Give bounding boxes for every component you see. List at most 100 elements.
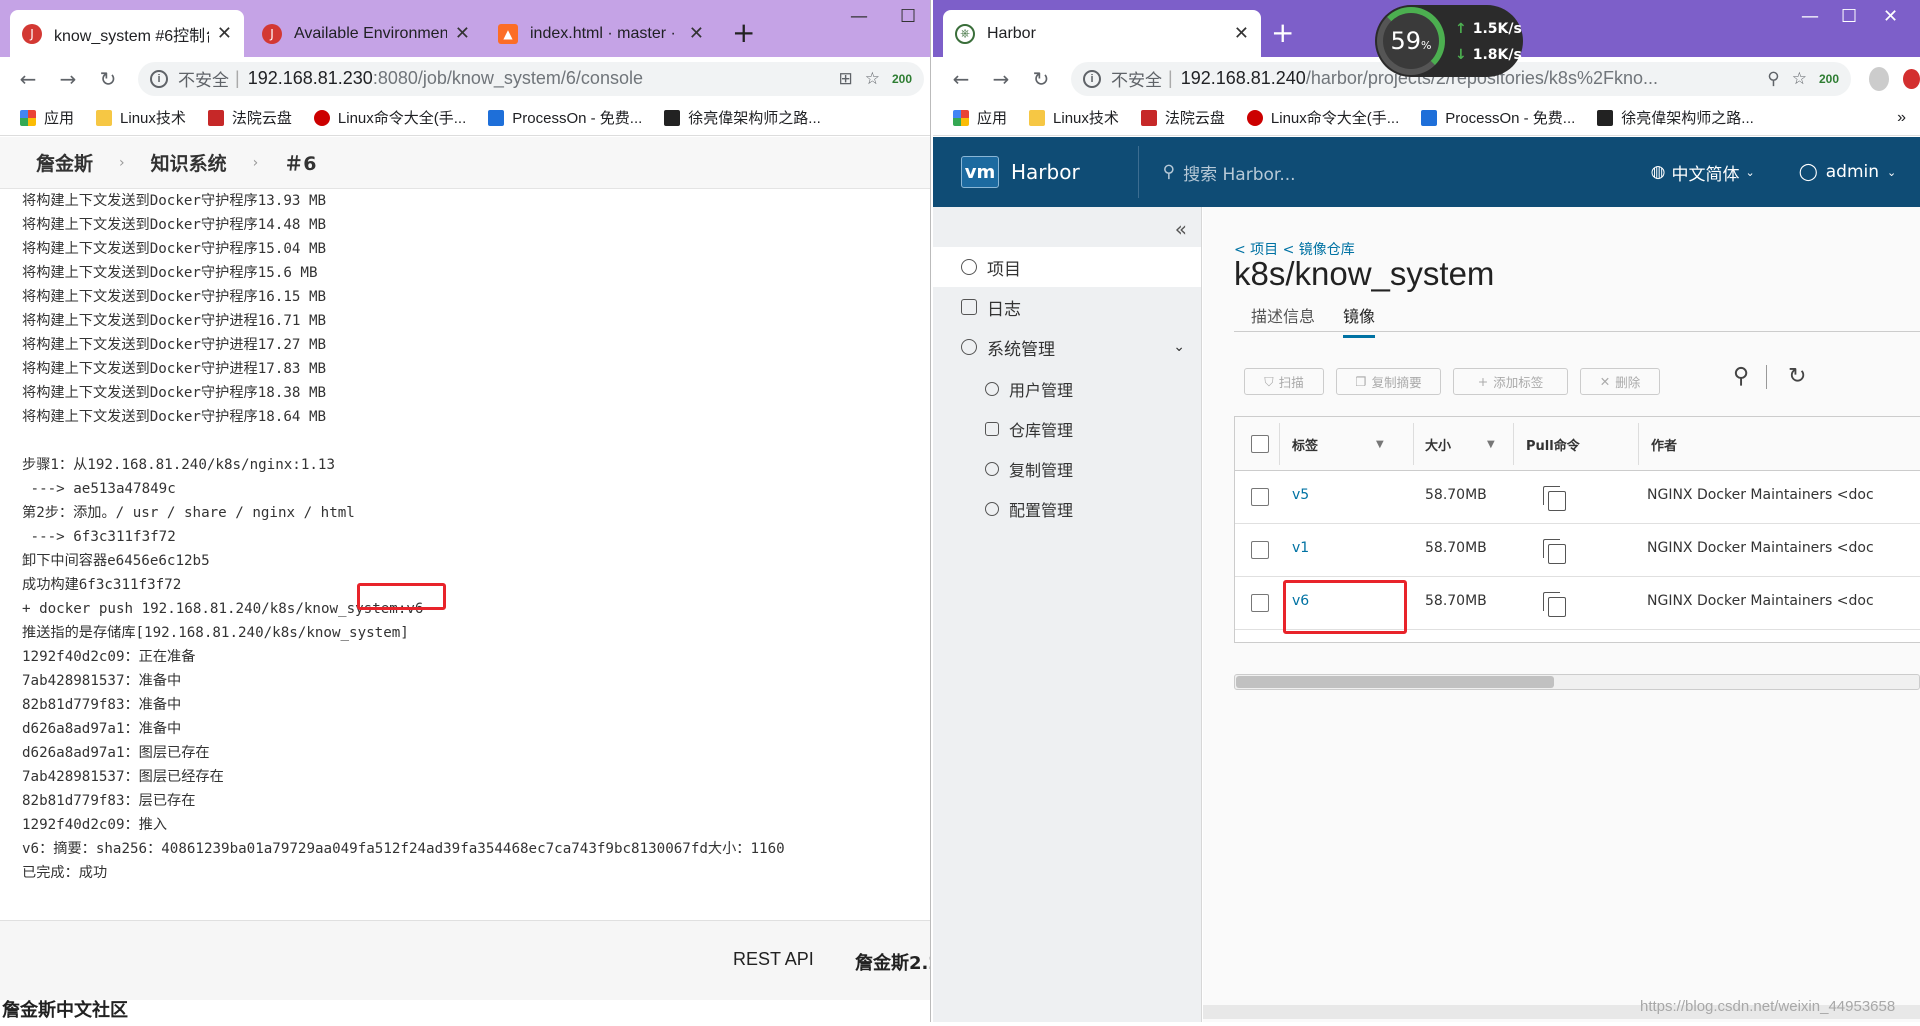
new-tab-icon[interactable]: +	[1271, 16, 1294, 49]
datagrid-scrollbar[interactable]	[1234, 674, 1920, 690]
copy-digest-button[interactable]: ❐ 复制摘要	[1336, 368, 1441, 395]
table-row[interactable]: v1 58.70MB NGINX Docker Maintainers <doc	[1235, 524, 1920, 577]
more-bookmarks-icon[interactable]: »	[1897, 109, 1906, 127]
chevron-right-icon[interactable]: ›	[253, 155, 259, 171]
new-tab-icon[interactable]: +	[732, 16, 755, 49]
sidebar-item-admin[interactable]: 系统管理 ⌄	[933, 327, 1201, 367]
maximize-icon[interactable]: ☐	[1841, 6, 1857, 27]
close-icon: ✕	[1599, 374, 1611, 389]
row-checkbox[interactable]	[1251, 594, 1269, 612]
bookmark-xuliangwei[interactable]: 徐亮偉架构师之路...	[664, 107, 821, 128]
status-badge[interactable]: 200	[1819, 72, 1839, 86]
sidebar-item-logs[interactable]: 日志	[933, 287, 1201, 327]
refresh-icon[interactable]: ↻	[1788, 364, 1806, 389]
omnibox-icons: ⚲ ☆ 200	[1767, 69, 1839, 89]
bookmark-linux-tech[interactable]: Linux技术	[1029, 107, 1119, 128]
back-icon[interactable]: ←	[8, 67, 48, 91]
scan-button[interactable]: ⛉ 扫描	[1244, 368, 1324, 395]
minimize-icon[interactable]: —	[850, 6, 868, 27]
jenkins-community-link[interactable]: 詹金斯中文社区	[2, 996, 128, 1022]
jenkins-version-link[interactable]: 詹金斯2.2	[855, 949, 930, 975]
cloud-disk-icon	[207, 109, 224, 126]
row-checkbox[interactable]	[1251, 488, 1269, 506]
bookmark-linux-tech[interactable]: Linux技术	[96, 107, 186, 128]
filter-icon[interactable]: ▼	[1376, 439, 1384, 450]
forward-icon[interactable]: →	[48, 67, 88, 91]
bookmark-star-icon[interactable]: ☆	[865, 69, 880, 89]
tab-images[interactable]: 镜像	[1343, 303, 1376, 338]
tab-available-environment[interactable]: J Available Environment ✕	[250, 10, 482, 57]
bookmark-linux-commands[interactable]: Linux命令大全(手...	[1246, 107, 1400, 128]
vmware-logo-icon[interactable]: vm	[961, 156, 999, 188]
add-label-button[interactable]: + 添加标签	[1453, 368, 1568, 395]
breadcrumb-jenkins[interactable]: 詹金斯	[36, 149, 93, 176]
url-separator: |	[1168, 68, 1173, 88]
network-speed-widget: 59% ↑ 1.5K/s ↓ 1.8K/s	[1375, 5, 1523, 77]
tab-gitlab-index[interactable]: ▲ index.html · master · n ✕	[486, 10, 716, 57]
collapse-sidebar-icon[interactable]: «	[1175, 217, 1187, 241]
column-header-tag[interactable]: 标签 ▼	[1292, 417, 1392, 471]
tab-jenkins-console[interactable]: J know_system #6控制台 ✕	[10, 10, 244, 57]
table-row[interactable]: v5 58.70MB NGINX Docker Maintainers <doc	[1235, 471, 1920, 524]
bookmark-apps[interactable]: 应用	[953, 107, 1007, 128]
close-tab-icon[interactable]: ✕	[217, 23, 232, 44]
row-checkbox[interactable]	[1251, 541, 1269, 559]
status-badge[interactable]: 200	[892, 72, 912, 86]
bookmark-court-cloud[interactable]: 法院云盘	[207, 107, 292, 128]
close-tab-icon[interactable]: ✕	[1234, 23, 1249, 44]
sidebar-item-registries[interactable]: 仓库管理	[933, 409, 1201, 449]
sidebar-item-users[interactable]: 用户管理	[933, 369, 1201, 409]
sidebar-item-replications[interactable]: 复制管理	[933, 449, 1201, 489]
user-menu[interactable]: ◯ admin ⌄	[1799, 162, 1897, 182]
extension-icon[interactable]	[1903, 68, 1920, 89]
bookmark-apps[interactable]: 应用	[20, 107, 74, 128]
tab-harbor[interactable]: ⎈ Harbor ✕	[943, 10, 1261, 57]
scrollbar-thumb[interactable]	[1236, 676, 1554, 688]
minimize-icon[interactable]: —	[1801, 6, 1819, 27]
bookmark-processon[interactable]: ProcessOn - 免费...	[1421, 107, 1575, 128]
search-input[interactable]: 搜索 Harbor...	[1183, 160, 1295, 185]
select-all-checkbox[interactable]	[1251, 435, 1269, 453]
bookmark-linux-commands[interactable]: Linux命令大全(手...	[313, 107, 466, 128]
close-window-icon[interactable]: ✕	[1883, 6, 1898, 27]
rest-api-link[interactable]: REST API	[733, 949, 814, 970]
address-bar[interactable]: i 不安全 | 192.168.81.230:8080/job/know_sys…	[138, 61, 924, 96]
bookmark-xuliangwei[interactable]: 徐亮偉架构师之路...	[1597, 107, 1754, 128]
bookmark-court-cloud[interactable]: 法院云盘	[1140, 107, 1225, 128]
bookmark-label: Linux命令大全(手...	[1270, 110, 1400, 127]
sidebar-item-projects[interactable]: 项目	[933, 247, 1201, 287]
reload-icon[interactable]: ↻	[1021, 67, 1061, 91]
copy-pull-command-icon[interactable]	[1543, 539, 1566, 564]
sidebar-item-configuration[interactable]: 配置管理	[933, 489, 1201, 529]
breadcrumb-job[interactable]: 知识系统	[151, 149, 227, 176]
delete-button[interactable]: ✕ 删除	[1580, 368, 1660, 395]
forward-icon[interactable]: →	[981, 67, 1021, 91]
language-selector[interactable]: ◍ 中文简体 ⌄	[1651, 160, 1755, 185]
zoom-icon[interactable]: ⚲	[1767, 69, 1779, 89]
breadcrumb-build[interactable]: ＃6	[284, 149, 316, 176]
copy-pull-command-icon[interactable]	[1543, 486, 1566, 511]
info-icon[interactable]: i	[150, 69, 168, 88]
tag-link[interactable]: v5	[1292, 487, 1309, 503]
chevron-right-icon[interactable]: ›	[119, 155, 125, 171]
back-icon[interactable]: ←	[941, 67, 981, 91]
close-tab-icon[interactable]: ✕	[689, 23, 704, 44]
filter-icon[interactable]: ▼	[1487, 439, 1495, 450]
bookmark-processon[interactable]: ProcessOn - 免费...	[488, 107, 642, 128]
translate-icon[interactable]: ⊞	[838, 69, 852, 89]
sidebar-item-label: 日志	[987, 299, 1021, 320]
search-icon[interactable]: ⚲	[1733, 364, 1749, 389]
close-tab-icon[interactable]: ✕	[455, 23, 470, 44]
global-search[interactable]: ⚲ 搜索 Harbor...	[1163, 160, 1583, 185]
harbor-brand[interactable]: Harbor	[1011, 160, 1080, 184]
chevron-down-icon[interactable]: ⌄	[1173, 339, 1185, 355]
profile-avatar-icon[interactable]	[1869, 66, 1890, 91]
tag-link[interactable]: v1	[1292, 540, 1309, 556]
column-header-size[interactable]: 大小 ▼	[1425, 417, 1505, 471]
maximize-icon[interactable]: ☐	[900, 6, 916, 27]
bookmark-star-icon[interactable]: ☆	[1792, 69, 1807, 89]
column-separator	[1413, 423, 1414, 465]
info-icon[interactable]: i	[1083, 69, 1101, 88]
copy-pull-command-icon[interactable]	[1543, 592, 1566, 617]
reload-icon[interactable]: ↻	[88, 67, 128, 91]
